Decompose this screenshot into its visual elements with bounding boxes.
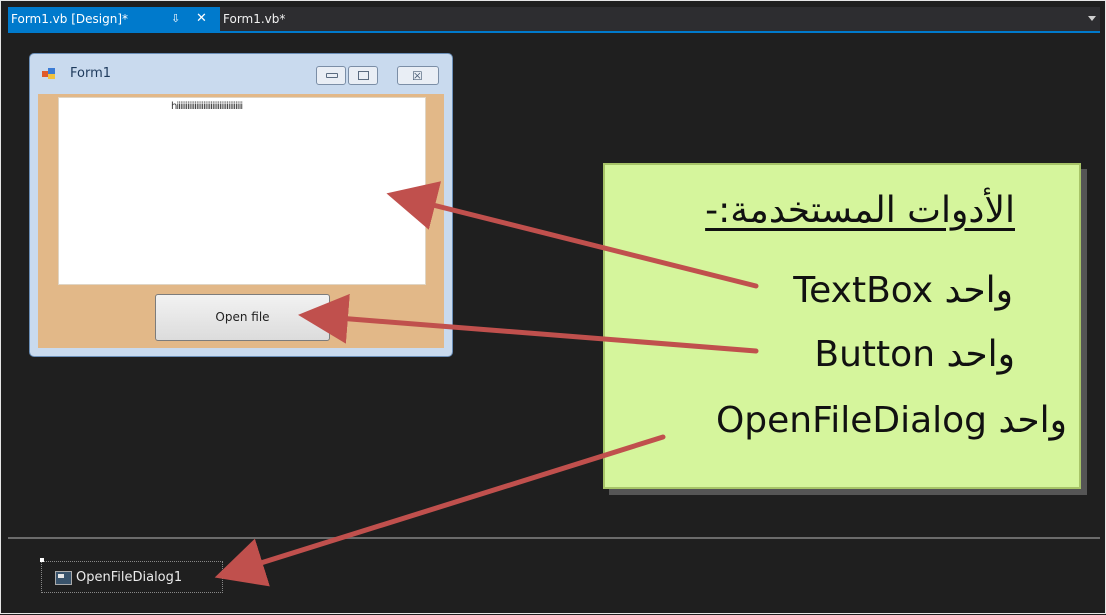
component-tray-divider	[8, 537, 1100, 539]
maximize-button[interactable]	[348, 66, 378, 85]
document-tab-strip: Form1.vb [Design]* ⇩ ✕ Form1.vb*	[8, 7, 1100, 33]
tab-form1-code[interactable]: Form1.vb*	[223, 7, 285, 31]
callout-box: الأدوات المستخدمة:- واحد TextBox واحد Bu…	[603, 163, 1081, 489]
tab-form1-code-label: Form1.vb*	[223, 12, 286, 26]
dialog-component-icon	[55, 571, 72, 585]
form-title: Form1	[70, 66, 112, 81]
close-button[interactable]: ☒	[397, 66, 439, 85]
tab-overflow-dropdown-icon[interactable]	[1088, 16, 1096, 21]
callout-item-textbox: واحد TextBox	[793, 270, 1013, 311]
openfiledialog-label: OpenFileDialog1	[76, 570, 183, 585]
callout-title: الأدوات المستخدمة:-	[705, 190, 1015, 231]
callout-item-button: واحد Button	[814, 334, 1015, 375]
close-icon[interactable]: ✕	[196, 7, 207, 31]
form-client-area: hiiiiiiiiiiiiiiiiiiiiiiiiiiiiiiiiiiiii O…	[38, 94, 444, 348]
arrow-to-openfiledialog	[214, 434, 666, 587]
designer-window: Form1.vb [Design]* ⇩ ✕ Form1.vb* Form1 ☒…	[0, 0, 1106, 614]
textbox-value: hiiiiiiiiiiiiiiiiiiiiiiiiiiiiiiiiiiiii	[171, 101, 243, 112]
openfiledialog-component[interactable]: OpenFileDialog1	[40, 558, 223, 593]
pin-icon[interactable]: ⇩	[171, 7, 180, 31]
selection-handle	[40, 558, 44, 562]
tab-form1-design[interactable]: Form1.vb [Design]* ⇩ ✕	[8, 7, 220, 31]
minimize-button[interactable]	[316, 66, 346, 85]
callout-item-openfiledialog: واحد OpenFileDialog	[715, 400, 1067, 441]
tab-form1-design-label: Form1.vb [Design]*	[11, 12, 129, 26]
open-file-button[interactable]: Open file	[155, 294, 330, 341]
form1-window[interactable]: Form1 ☒ hiiiiiiiiiiiiiiiiiiiiiiiiiiiiiii…	[29, 53, 453, 357]
textbox[interactable]: hiiiiiiiiiiiiiiiiiiiiiiiiiiiiiiiiiiiii	[58, 97, 426, 285]
form-icon	[42, 68, 55, 79]
